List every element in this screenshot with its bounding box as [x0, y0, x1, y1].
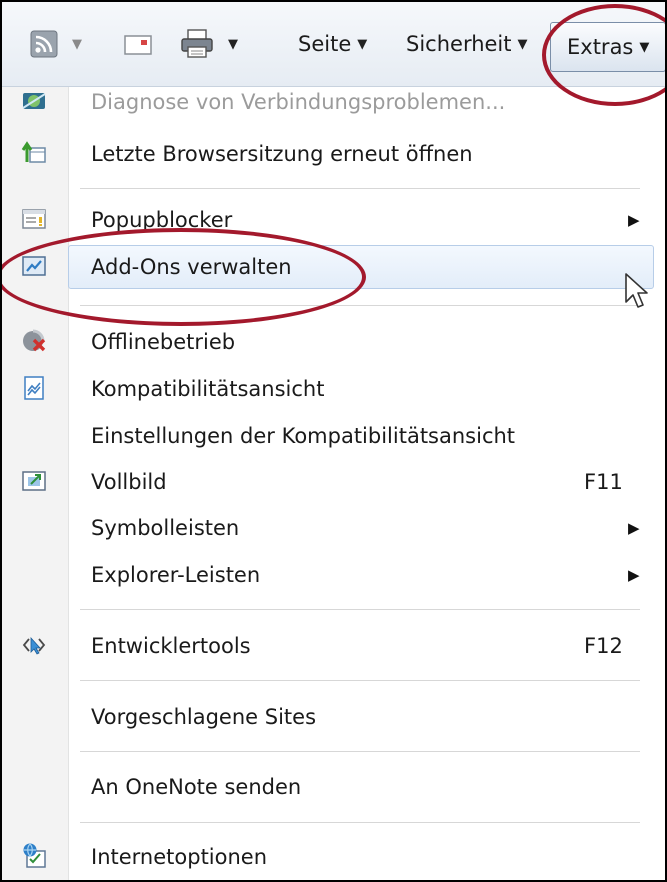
menu-item-compatibility-view[interactable]: Kompatibilitätsansicht	[2, 366, 665, 412]
menu-item-label: Symbolleisten	[91, 516, 240, 540]
menu-item-label: Entwicklertools	[91, 634, 251, 658]
shortcut-label: F12	[584, 634, 623, 658]
sicherheit-menu-button[interactable]: Sicherheit ▼	[406, 32, 528, 56]
command-bar: ▼ ▼ Seite ▼ Sicherheit ▼ Extras ▼	[2, 2, 665, 87]
extras-dropdown-menu: Diagnose von Verbindungsproblemen... Let…	[2, 87, 665, 880]
menu-item-label: Offlinebetrieb	[91, 330, 236, 354]
seite-label: Seite	[298, 32, 352, 56]
screenshot-frame: ▼ ▼ Seite ▼ Sicherheit ▼ Extras ▼ Diagno…	[0, 0, 667, 882]
menu-item-manage-addons[interactable]: Add-Ons verwalten	[2, 244, 665, 290]
read-mail-button[interactable]	[124, 34, 152, 56]
menu-separator	[80, 305, 640, 306]
menu-item-label: Popupblocker	[91, 208, 233, 232]
menu-item-label: Vorgeschlagene Sites	[91, 705, 317, 729]
menu-item-label: Diagnose von Verbindungsproblemen...	[91, 90, 506, 114]
network-diagnose-icon	[22, 93, 46, 109]
menu-item-suggested-sites[interactable]: Vorgeschlagene Sites	[2, 694, 665, 740]
menu-item-label: Vollbild	[91, 470, 167, 494]
menu-item-popup-blocker[interactable]: Popupblocker ▶	[2, 197, 665, 243]
popup-blocker-icon	[22, 209, 46, 229]
menu-item-diagnose: Diagnose von Verbindungsproblemen...	[2, 79, 665, 125]
offline-icon	[23, 329, 46, 352]
menu-item-label: Einstellungen der Kompatibilitätsansicht	[91, 424, 516, 448]
submenu-arrow-icon: ▶	[628, 566, 640, 584]
menu-separator	[80, 609, 640, 610]
submenu-arrow-icon: ▶	[628, 519, 640, 537]
seite-menu-button[interactable]: Seite ▼	[298, 32, 367, 56]
menu-item-toolbars[interactable]: Symbolleisten ▶	[2, 505, 665, 551]
menu-item-label: Explorer-Leisten	[91, 563, 261, 587]
menu-item-label: Internetoptionen	[91, 845, 268, 869]
menu-item-compatibility-settings[interactable]: Einstellungen der Kompatibilitätsansicht	[2, 413, 665, 459]
menu-item-explorer-bars[interactable]: Explorer-Leisten ▶	[2, 552, 665, 598]
shortcut-label: F11	[584, 470, 623, 494]
menu-item-label: Add-Ons verwalten	[91, 255, 292, 279]
menu-item-developer-tools[interactable]: Entwicklertools F12	[2, 623, 665, 669]
reopen-session-icon	[21, 141, 46, 163]
printer-icon	[181, 29, 213, 58]
compatibility-view-icon	[24, 376, 44, 400]
menu-separator	[80, 188, 640, 189]
menu-item-offline[interactable]: Offlinebetrieb	[2, 319, 665, 365]
menu-item-label: An OneNote senden	[91, 775, 302, 799]
submenu-arrow-icon: ▶	[628, 211, 640, 229]
chevron-down-icon[interactable]: ▼	[72, 37, 82, 52]
feeds-button[interactable]: ▼	[30, 30, 82, 58]
chevron-down-icon[interactable]: ▼	[228, 37, 238, 52]
extras-menu-button[interactable]: Extras ▼	[550, 22, 665, 72]
menu-item-reopen-session[interactable]: Letzte Browsersitzung erneut öffnen	[2, 131, 665, 177]
internet-options-icon	[23, 843, 46, 868]
menu-separator	[80, 751, 640, 752]
extras-label: Extras	[567, 35, 634, 59]
menu-item-label: Kompatibilitätsansicht	[91, 377, 325, 401]
mouse-pointer-icon	[625, 273, 648, 308]
menu-item-send-to-onenote[interactable]: An OneNote senden	[2, 764, 665, 810]
chevron-down-icon: ▼	[639, 39, 650, 55]
sicherheit-label: Sicherheit	[406, 32, 512, 56]
addons-icon	[22, 256, 46, 276]
chevron-down-icon: ▼	[517, 36, 528, 52]
menu-item-label: Letzte Browsersitzung erneut öffnen	[91, 142, 473, 166]
menu-separator	[80, 822, 640, 823]
menu-item-internet-options[interactable]: Internetoptionen	[2, 834, 665, 880]
mail-icon	[124, 35, 152, 55]
chevron-down-icon: ▼	[357, 36, 368, 52]
rss-feed-icon	[30, 30, 58, 58]
developer-tools-icon	[22, 636, 46, 655]
menu-item-fullscreen[interactable]: Vollbild F11	[2, 459, 665, 505]
print-button[interactable]: ▼	[180, 29, 238, 59]
menu-separator	[80, 680, 640, 681]
fullscreen-icon	[22, 471, 46, 491]
